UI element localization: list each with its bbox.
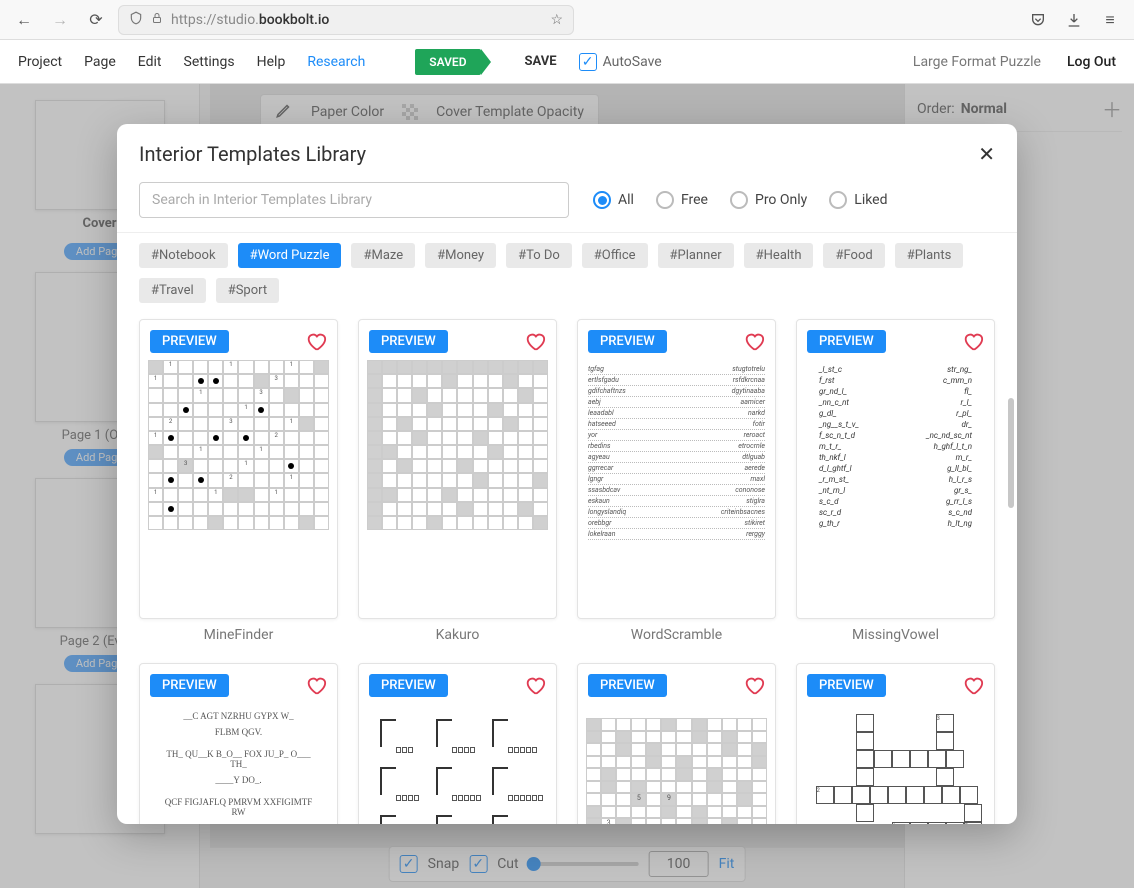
preview-button[interactable]: PREVIEW [369, 330, 448, 353]
heart-icon[interactable] [305, 674, 327, 696]
template-grid-scroll[interactable]: PREVIEW 1111313123112113121111 MineFinder P… [117, 313, 1017, 824]
tag-wordpuzzle[interactable]: #Word Puzzle [238, 243, 342, 268]
template-card[interactable]: PREVIEW 1111313123112113121111 [139, 319, 338, 619]
heart-icon[interactable] [524, 330, 546, 352]
tag-travel[interactable]: #Travel [139, 278, 206, 303]
menu-project[interactable]: Project [18, 54, 62, 70]
tag-plants[interactable]: #Plants [895, 243, 964, 268]
template-preview [367, 360, 548, 610]
tag-notebook[interactable]: #Notebook [139, 243, 228, 268]
template-title: Kakuro [358, 627, 557, 643]
tag-sport[interactable]: #Sport [216, 278, 279, 303]
modal-mask[interactable]: Interior Templates Library ✕ Search in I… [0, 84, 1134, 888]
reload-icon[interactable]: ⟳ [82, 6, 110, 34]
address-bar[interactable]: https://studio.bookbolt.io ☆ [118, 5, 574, 35]
modal-title: Interior Templates Library [139, 142, 366, 166]
template-title: MineFinder [139, 627, 338, 643]
filter-all[interactable]: All [593, 191, 634, 209]
filter-radios: All Free Pro Only Liked [593, 191, 888, 209]
download-icon[interactable] [1060, 6, 1088, 34]
heart-icon[interactable] [962, 674, 984, 696]
filter-pro[interactable]: Pro Only [730, 191, 807, 209]
autosave-label: AutoSave [603, 54, 662, 70]
templates-modal: Interior Templates Library ✕ Search in I… [117, 124, 1017, 824]
tag-money[interactable]: #Money [425, 243, 496, 268]
saved-badge: SAVED [415, 49, 480, 75]
search-placeholder: Search in Interior Templates Library [152, 192, 372, 208]
menu-research[interactable]: Research [307, 54, 365, 70]
pocket-icon[interactable] [1024, 6, 1052, 34]
template-preview: tgfagstugtotreluertlsfgadursfdkrcnaagdif… [586, 360, 767, 610]
heart-icon[interactable] [743, 330, 765, 352]
tag-health[interactable]: #Health [744, 243, 814, 268]
template-preview [367, 704, 548, 824]
radio-icon [829, 191, 847, 209]
star-icon[interactable]: ☆ [550, 12, 563, 28]
heart-icon[interactable] [962, 330, 984, 352]
back-icon[interactable]: ← [10, 6, 38, 34]
forward-icon[interactable]: → [46, 6, 74, 34]
close-icon[interactable]: ✕ [978, 142, 995, 166]
save-button[interactable]: SAVE [525, 54, 557, 69]
check-icon: ✓ [579, 53, 597, 71]
menu-page[interactable]: Page [84, 54, 116, 70]
filter-liked[interactable]: Liked [829, 191, 887, 209]
preview-button[interactable]: PREVIEW [807, 674, 886, 697]
tag-todo[interactable]: #To Do [506, 243, 572, 268]
template-card[interactable]: PREVIEW 593 [577, 663, 776, 824]
template-preview: 1111313123112113121111 [148, 360, 329, 610]
heart-icon[interactable] [743, 674, 765, 696]
template-card[interactable]: PREVIEW __C AGT NZRHU GYPX W_FLBM QGV.TH_… [139, 663, 338, 824]
filter-free[interactable]: Free [656, 191, 708, 209]
logout-link[interactable]: Log Out [1067, 54, 1116, 70]
preview-button[interactable]: PREVIEW [150, 330, 229, 353]
app-menu: Project Page Edit Settings Help Research… [0, 40, 1134, 84]
tag-row: #Notebook #Word Puzzle #Maze #Money #To Do #O… [117, 233, 1017, 313]
template-preview: 593 [586, 704, 767, 824]
template-preview: _l_st_cstr_ng_f_rstc_mm_ngr_nd_l_fl__nn_… [805, 360, 986, 610]
template-card[interactable]: PREVIEW [358, 663, 557, 824]
tag-food[interactable]: #Food [823, 243, 884, 268]
radio-icon [593, 191, 611, 209]
heart-icon[interactable] [305, 330, 327, 352]
tag-office[interactable]: #Office [582, 243, 648, 268]
menu-edit[interactable]: Edit [138, 54, 162, 70]
preview-button[interactable]: PREVIEW [150, 674, 229, 697]
tag-planner[interactable]: #Planner [658, 243, 734, 268]
shield-icon [129, 11, 143, 29]
preview-button[interactable]: PREVIEW [807, 330, 886, 353]
radio-icon [656, 191, 674, 209]
menu-icon[interactable]: ≡ [1096, 6, 1124, 34]
scrollbar-thumb[interactable] [1008, 398, 1014, 508]
preview-button[interactable]: PREVIEW [588, 330, 667, 353]
template-preview: 3215 [805, 704, 986, 824]
search-input[interactable]: Search in Interior Templates Library [139, 182, 569, 218]
url-text: https://studio.bookbolt.io [171, 12, 542, 28]
autosave-toggle[interactable]: ✓ AutoSave [579, 53, 662, 71]
template-preview: __C AGT NZRHU GYPX W_FLBM QGV.TH_ QU__K … [148, 704, 329, 824]
menu-help[interactable]: Help [257, 54, 286, 70]
template-title: WordScramble [577, 627, 776, 643]
template-card[interactable]: PREVIEW _l_st_cstr_ng_f_rstc_mm_ngr_nd_l_… [796, 319, 995, 619]
template-card[interactable]: PREVIEW tgfagstugtotreluertlsfgadursfdkrc… [577, 319, 776, 619]
template-title: MissingVowel [796, 627, 995, 643]
lfp-link[interactable]: Large Format Puzzle [913, 54, 1041, 70]
menu-settings[interactable]: Settings [184, 54, 235, 70]
heart-icon[interactable] [524, 674, 546, 696]
template-card[interactable]: PREVIEW [358, 319, 557, 619]
template-card[interactable]: PREVIEW 3215 [796, 663, 995, 824]
template-grid: PREVIEW 1111313123112113121111 MineFinder P… [139, 319, 995, 824]
preview-button[interactable]: PREVIEW [369, 674, 448, 697]
preview-button[interactable]: PREVIEW [588, 674, 667, 697]
browser-chrome: ← → ⟳ https://studio.bookbolt.io ☆ ≡ [0, 0, 1134, 40]
tag-maze[interactable]: #Maze [351, 243, 415, 268]
radio-icon [730, 191, 748, 209]
lock-icon [151, 12, 163, 28]
